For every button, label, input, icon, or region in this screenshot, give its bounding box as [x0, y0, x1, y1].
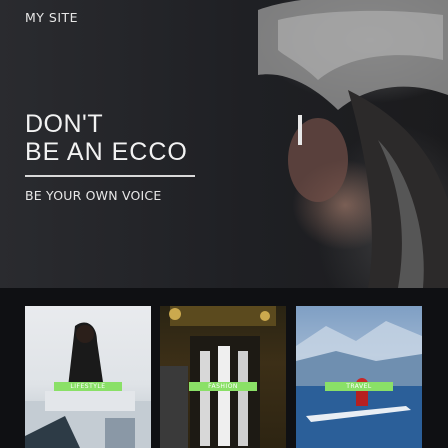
category-label-fashion[interactable]: FASHION [189, 382, 257, 391]
hero-banner: MY SITE DON'T BE AN ECCO BE YOUR OWN VOI… [0, 0, 448, 288]
page: MY SITE DON'T BE AN ECCO BE YOUR OWN VOI… [0, 0, 448, 448]
category-cards: LIFESTYLE FASHION TRAVEL [0, 306, 448, 448]
category-label-travel[interactable]: TRAVEL [325, 382, 393, 391]
travel-image [296, 321, 422, 448]
fashion-image [160, 306, 276, 448]
headline-divider [25, 175, 195, 177]
headline-line-2: BE AN ECCO [25, 138, 188, 166]
hero-tagline: BE YOUR OWN VOICE [25, 188, 162, 203]
hero-image [258, 0, 448, 288]
headline-line-1: DON'T [25, 110, 104, 138]
category-card-travel[interactable]: TRAVEL [296, 306, 422, 448]
category-card-fashion[interactable]: FASHION [160, 306, 286, 448]
site-name[interactable]: MY SITE [25, 10, 78, 25]
lifestyle-image [25, 322, 151, 448]
hero-headline: DON'T BE AN ECCO [25, 110, 188, 166]
category-label-lifestyle[interactable]: LIFESTYLE [54, 382, 122, 391]
category-card-lifestyle[interactable]: LIFESTYLE [25, 306, 151, 448]
